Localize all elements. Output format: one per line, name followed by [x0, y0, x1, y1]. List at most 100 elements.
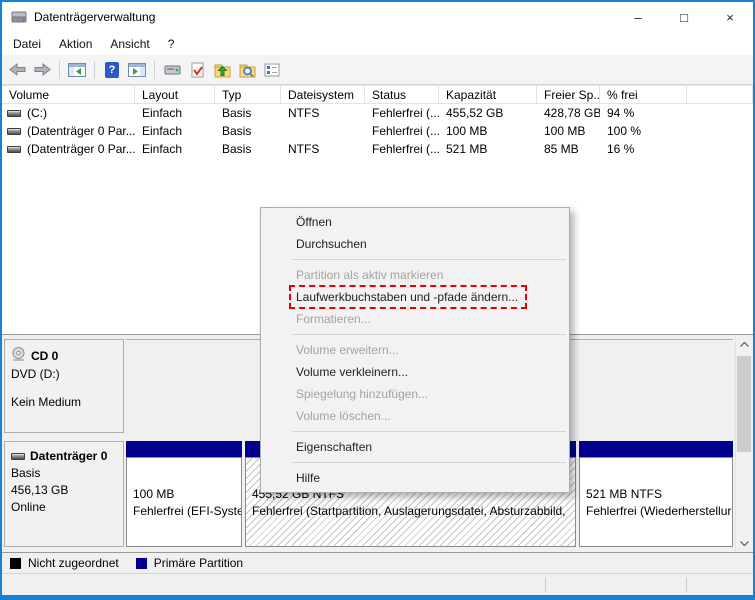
toolbar-separator: [154, 60, 155, 79]
disk-management-icon[interactable]: [162, 60, 182, 79]
menu-item-volume-verkleinern[interactable]: Volume verkleinern...: [261, 361, 569, 383]
legend-label-unallocated: Nicht zugeordnet: [28, 556, 119, 570]
menu-aktion[interactable]: Aktion: [50, 34, 101, 54]
cell-status: Fehlerfrei (...: [372, 106, 439, 120]
disk-name: Datenträger 0: [30, 449, 108, 463]
cell-kapazitaet: 521 MB: [446, 142, 488, 156]
menu-item-durchsuchen[interactable]: Durchsuchen: [261, 233, 569, 255]
statusbar-separator: [545, 577, 546, 592]
scrollbar-thumb[interactable]: [737, 356, 751, 452]
column-header-prozent-frei[interactable]: % frei: [600, 86, 687, 103]
column-header-freier-speicher[interactable]: Freier Sp...: [537, 86, 600, 103]
check-document-icon[interactable]: [187, 60, 207, 79]
cd-name: CD 0: [31, 348, 59, 363]
volume-icon: [7, 145, 21, 153]
cell-dateisystem: NTFS: [288, 142, 320, 156]
close-button[interactable]: ×: [707, 2, 753, 32]
partition-recovery[interactable]: 521 MB NTFS Fehlerfrei (Wiederherstellur: [579, 441, 733, 547]
menu-item-hilfe[interactable]: Hilfe: [261, 467, 569, 489]
folder-up-icon[interactable]: [212, 60, 232, 79]
menubar: Datei Aktion Ansicht ?: [2, 32, 753, 55]
column-header-dateisystem[interactable]: Dateisystem: [281, 86, 365, 103]
cell-dateisystem: NTFS: [288, 106, 320, 120]
vertical-scrollbar[interactable]: [735, 336, 752, 552]
statusbar: [2, 573, 753, 595]
cell-prozent-frei: 94 %: [607, 106, 635, 120]
volume-table-header: Volume Layout Typ Dateisystem Status Kap…: [2, 85, 753, 104]
scroll-up-icon[interactable]: [736, 336, 752, 353]
unallocated-swatch: [10, 557, 21, 569]
cell-typ: Basis: [222, 142, 252, 156]
legend-label-primary: Primäre Partition: [153, 556, 244, 570]
cell-prozent-frei: 16 %: [607, 142, 635, 156]
cell-layout: Einfach: [142, 142, 183, 156]
toolbar: ?: [2, 55, 753, 85]
help-icon[interactable]: ?: [102, 60, 122, 79]
cell-status: Fehlerfrei (...: [372, 124, 439, 138]
maximize-button[interactable]: □: [661, 2, 707, 32]
cd-media-status: Kein Medium: [11, 395, 82, 409]
partition-efi[interactable]: 100 MB Fehlerfrei (EFI-Syste: [126, 441, 242, 547]
menu-separator: [292, 431, 566, 432]
menu-ansicht[interactable]: Ansicht: [101, 34, 158, 54]
cell-status: Fehlerfrei (...: [372, 142, 439, 156]
volume-row-c[interactable]: (C:) Einfach Basis NTFS Fehlerfrei (... …: [2, 104, 753, 122]
list-view-icon[interactable]: [262, 60, 282, 79]
disk-management-app-icon: [11, 9, 27, 25]
primary-partition-bar: [579, 441, 733, 457]
column-header-status[interactable]: Status: [365, 86, 439, 103]
column-header-volume[interactable]: Volume: [2, 86, 135, 103]
cell-typ: Basis: [222, 124, 252, 138]
scroll-down-icon[interactable]: [736, 535, 752, 552]
partition-status: Fehlerfrei (Wiederherstellur: [586, 503, 732, 518]
window-title: Datenträgerverwaltung: [34, 10, 156, 24]
partition-status: Fehlerfrei (EFI-Syste: [133, 503, 242, 518]
menu-separator: [292, 334, 566, 335]
menu-item-oeffnen[interactable]: Öffnen: [261, 211, 569, 233]
column-header-layout[interactable]: Layout: [135, 86, 215, 103]
volume-row-efi[interactable]: (Datenträger 0 Par... Einfach Basis Fehl…: [2, 122, 753, 140]
disk-icon: [11, 452, 25, 460]
menu-item-spiegelung: Spiegelung hinzufügen...: [296, 387, 429, 401]
disk0-header[interactable]: Datenträger 0 Basis 456,13 GB Online: [4, 441, 124, 547]
cell-freier-speicher: 100 MB: [544, 124, 586, 138]
disk-status: Online: [11, 500, 46, 514]
cd-drive-letter: DVD (D:): [11, 367, 60, 381]
menu-help[interactable]: ?: [159, 34, 184, 54]
menu-item-laufwerkbuchstaben[interactable]: Laufwerkbuchstaben und -pfade ändern...: [261, 285, 569, 309]
back-icon[interactable]: [7, 60, 27, 79]
primary-partition-swatch: [135, 557, 147, 569]
cell-kapazitaet: 100 MB: [446, 124, 488, 138]
console-tree-icon[interactable]: [67, 60, 87, 79]
cell-typ: Basis: [222, 106, 252, 120]
column-header-empty: [687, 86, 753, 103]
window-controls: – □ ×: [615, 2, 753, 32]
volume-icon: [7, 127, 21, 135]
cell-kapazitaet: 455,52 GB: [446, 106, 504, 120]
cd-drive-header[interactable]: CD 0 DVD (D:) Kein Medium: [4, 339, 124, 433]
volume-icon: [7, 109, 21, 117]
menu-datei[interactable]: Datei: [4, 34, 50, 54]
cell-freier-speicher: 428,78 GB: [544, 106, 600, 120]
volume-name: (Datenträger 0 Par...: [27, 142, 135, 156]
titlebar: Datenträgerverwaltung – □ ×: [2, 2, 753, 32]
partition-size: 521 MB NTFS: [586, 486, 663, 501]
statusbar-separator: [686, 577, 687, 592]
toolbar-separator: [94, 60, 95, 79]
volume-row-recovery[interactable]: (Datenträger 0 Par... Einfach Basis NTFS…: [2, 140, 753, 158]
disk-size: 456,13 GB: [11, 483, 69, 497]
cd-icon: [11, 347, 26, 364]
column-header-kapazitaet[interactable]: Kapazität: [439, 86, 537, 103]
minimize-button[interactable]: –: [615, 2, 661, 32]
column-header-typ[interactable]: Typ: [215, 86, 281, 103]
menu-separator: [292, 462, 566, 463]
action-pane-icon[interactable]: [127, 60, 147, 79]
primary-partition-bar: [126, 441, 242, 457]
folder-search-icon[interactable]: [237, 60, 257, 79]
forward-icon[interactable]: [32, 60, 52, 79]
partition-context-menu: Öffnen Durchsuchen Partition als aktiv m…: [260, 207, 570, 493]
legend-bar: Nicht zugeordnet Primäre Partition: [2, 552, 753, 573]
partition-size: 100 MB: [133, 486, 175, 501]
volume-name: (C:): [27, 106, 47, 120]
menu-item-eigenschaften[interactable]: Eigenschaften: [261, 436, 569, 458]
